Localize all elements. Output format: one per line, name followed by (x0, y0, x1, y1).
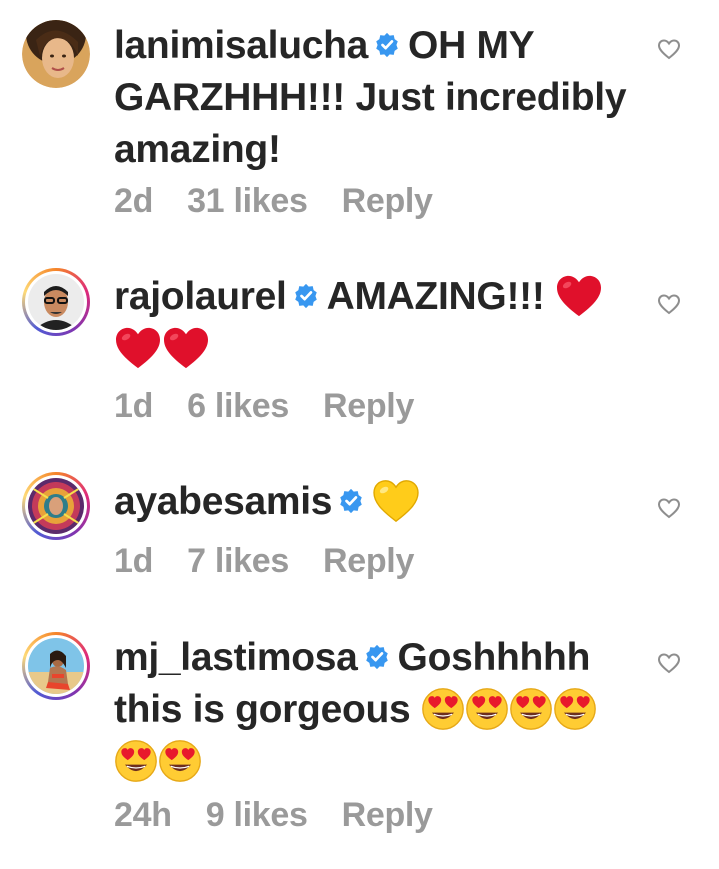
verified-badge-icon (364, 643, 389, 670)
heart-eyes-emoji (554, 687, 596, 730)
comment-item: lanimisalucha OH MY GARZHHH!!! Just incre… (0, 0, 719, 230)
heart-eyes-emoji (115, 740, 157, 783)
comment-text: Goshhhhh (397, 636, 591, 679)
reply-button[interactable]: Reply (323, 542, 414, 580)
comment-body: lanimisalucha OH MY GARZHHH!!! Just incre… (114, 20, 644, 176)
comment-time: 1d (114, 542, 154, 580)
comment-list: lanimisalucha OH MY GARZHHH!!! Just incre… (0, 0, 719, 869)
comment-time: 24h (114, 796, 172, 834)
avatar-image (28, 638, 84, 694)
comment-body: rajolaurel AMAZING!!! (114, 271, 644, 376)
comment-meta: 1d 7 likes Reply (114, 542, 448, 581)
comment-text: amazing! (114, 128, 281, 171)
comment-time: 1d (114, 387, 154, 425)
username[interactable]: lanimisalucha (114, 24, 368, 67)
heart-eyes-emoji (466, 687, 508, 730)
avatar[interactable] (22, 20, 90, 88)
likes-count[interactable]: 9 likes (206, 796, 308, 834)
avatar[interactable] (22, 268, 90, 336)
verified-badge-icon (374, 31, 400, 58)
avatar[interactable] (22, 632, 90, 700)
reply-button[interactable]: Reply (323, 387, 414, 425)
comment-body: ayabesamis (114, 476, 644, 529)
comment-time: 2d (114, 182, 154, 220)
verified-badge-icon (293, 282, 318, 309)
avatar-image (28, 478, 84, 534)
username[interactable]: mj_lastimosa (114, 636, 358, 679)
comment-text: OH MY (408, 24, 535, 67)
likes-count[interactable]: 31 likes (187, 182, 308, 220)
heart-eyes-emoji (422, 687, 464, 730)
comment-text: this is gorgeous (114, 688, 411, 731)
like-heart-icon[interactable] (657, 293, 681, 315)
heart-eyes-emoji (510, 687, 552, 730)
username[interactable]: rajolaurel (114, 275, 287, 318)
comment-text: GARZHHH!!! Just incredibly (114, 76, 627, 119)
likes-count[interactable]: 7 likes (187, 542, 289, 580)
username[interactable]: ayabesamis (114, 480, 332, 523)
reply-button[interactable]: Reply (342, 796, 433, 834)
yellow-heart-emoji (373, 479, 419, 522)
like-heart-icon[interactable] (657, 497, 681, 519)
like-heart-icon[interactable] (657, 38, 681, 60)
avatar-image (22, 20, 90, 88)
comment-meta: 2d 31 likes Reply (114, 182, 467, 221)
comment-meta: 24h 9 likes Reply (114, 796, 467, 835)
comment-meta: 1d 6 likes Reply (114, 387, 448, 426)
red-heart-emoji (116, 328, 160, 369)
comment-body: mj_lastimosa Goshhhhh this is gorgeous (114, 632, 644, 789)
likes-count[interactable]: 6 likes (187, 387, 289, 425)
avatar[interactable] (22, 472, 90, 540)
verified-badge-icon (339, 487, 364, 514)
comment-text: AMAZING!!! (326, 275, 545, 318)
heart-eyes-emoji (159, 740, 201, 783)
like-heart-icon[interactable] (657, 652, 681, 674)
avatar-image (28, 274, 84, 330)
red-heart-emoji (557, 275, 602, 316)
reply-button[interactable]: Reply (342, 182, 433, 220)
red-heart-emoji (164, 328, 208, 369)
